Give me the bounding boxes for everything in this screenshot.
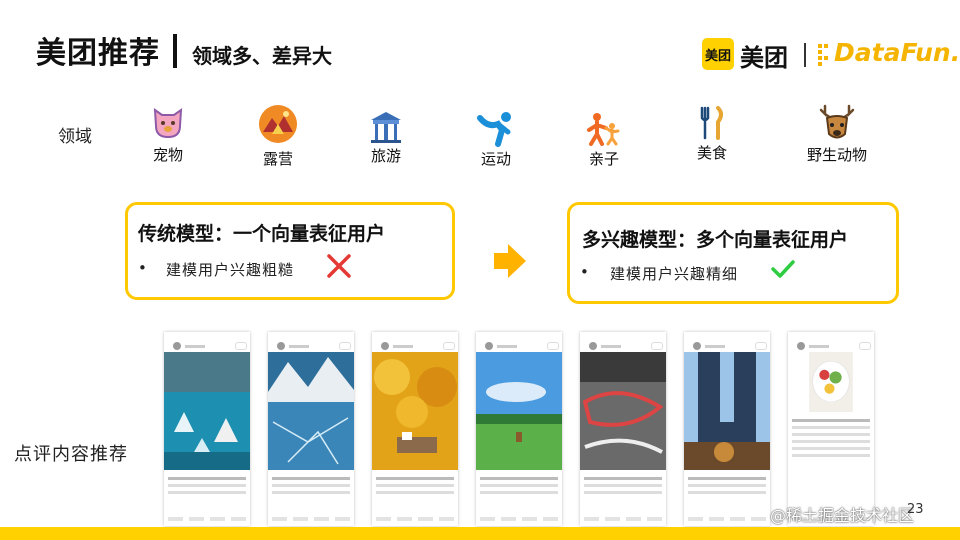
datafun-logo-text: DataFun. xyxy=(834,38,960,67)
domain-label-travel: 旅游 xyxy=(370,147,401,165)
parent-child-icon xyxy=(587,113,620,146)
wildlife-icon xyxy=(819,104,855,139)
cross-icon xyxy=(327,254,351,278)
review-screenshot-1 xyxy=(164,332,250,526)
domain-label-parent-child: 亲子 xyxy=(588,150,619,168)
check-icon xyxy=(771,260,795,278)
domain-label-sports: 运动 xyxy=(480,150,511,168)
food-icon xyxy=(700,106,723,140)
multi-interest-model-item: 建模用户兴趣精细 xyxy=(610,265,739,283)
city-building-photo xyxy=(684,352,770,470)
traditional-model-bullet: • xyxy=(138,259,147,277)
review-screenshot-6 xyxy=(684,332,770,526)
pet-icon xyxy=(153,107,183,139)
ice-lake-photo xyxy=(164,352,250,470)
bottom-accent-bar xyxy=(0,527,960,540)
kart-track-photo xyxy=(580,352,666,470)
page-subtitle: 领域多、差异大 xyxy=(192,44,332,68)
autumn-picnic-photo xyxy=(372,352,458,470)
domain-pet: 宠物 xyxy=(128,104,208,165)
title-divider xyxy=(173,34,177,68)
domain-label-pet: 宠物 xyxy=(152,146,183,164)
meituan-logo-badge: 美团 xyxy=(702,38,734,70)
page-title: 美团推荐 xyxy=(36,36,160,71)
multi-interest-model-bullet: • xyxy=(580,263,589,281)
review-screenshot-7 xyxy=(788,332,874,526)
review-screenshot-2 xyxy=(268,332,354,526)
review-screenshot-5 xyxy=(580,332,666,526)
domain-label-food: 美食 xyxy=(696,144,727,162)
multi-interest-model-box: 多兴趣模型：多个向量表征用户 • 建模用户兴趣精细 xyxy=(567,202,899,304)
multi-interest-model-title: 多兴趣模型：多个向量表征用户 xyxy=(582,229,849,251)
domain-parent-child: 亲子 xyxy=(564,112,644,169)
arrow-right-icon xyxy=(494,244,526,278)
domain-food: 美食 xyxy=(672,106,752,163)
camping-icon xyxy=(259,105,297,143)
domain-wildlife: 野生动物 xyxy=(796,104,878,165)
domain-label-wildlife: 野生动物 xyxy=(806,146,867,164)
traditional-model-box: 传统模型：一个向量表征用户 • 建模用户兴趣粗糙 xyxy=(125,202,455,300)
domains-label: 领域 xyxy=(58,127,92,147)
traditional-model-item: 建模用户兴趣粗糙 xyxy=(166,261,295,279)
review-screenshot-4 xyxy=(476,332,562,526)
review-content-label: 点评内容推荐 xyxy=(14,444,128,465)
logo-divider xyxy=(804,43,806,67)
sports-icon xyxy=(477,112,511,147)
domain-camping: 露营 xyxy=(238,104,318,169)
travel-icon xyxy=(371,112,401,143)
frozen-lake-photo xyxy=(268,352,354,470)
grassland-deer-photo xyxy=(476,352,562,470)
domain-sports: 运动 xyxy=(456,110,536,169)
salad-dish-photo xyxy=(809,352,853,412)
review-screenshot-3 xyxy=(372,332,458,526)
meituan-logo-text: 美团 xyxy=(740,44,788,72)
domain-label-camping: 露营 xyxy=(262,150,293,168)
page-number: 23 xyxy=(907,502,924,517)
domain-travel: 旅游 xyxy=(346,108,426,166)
watermark: @稀土掘金技术社区 xyxy=(770,506,915,525)
traditional-model-title: 传统模型：一个向量表征用户 xyxy=(138,223,386,245)
